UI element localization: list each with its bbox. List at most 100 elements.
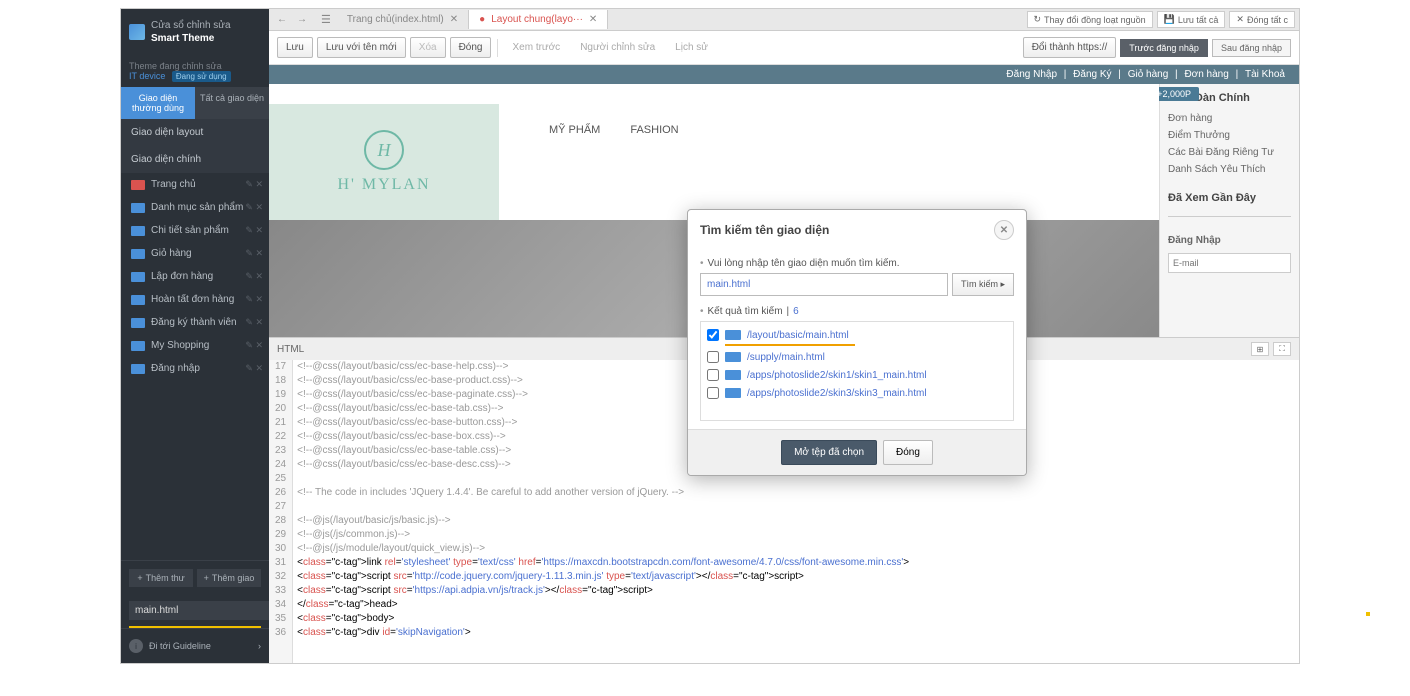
result-checkbox[interactable] xyxy=(707,387,719,399)
open-selected-button[interactable]: Mở tệp đã chọn xyxy=(781,440,877,465)
result-item[interactable]: /layout/basic/main.html xyxy=(705,326,1009,344)
chevron-right-icon: › xyxy=(258,641,261,651)
workspace: ← → ☰ Trang chủ(index.html) ✕ ● Layout c… xyxy=(269,9,1299,663)
file-badge-icon xyxy=(725,352,741,362)
sidebar-item-order[interactable]: Lập đơn hàng✎ ✕ xyxy=(121,265,269,288)
guideline-link[interactable]: i Đi tới Guideline › xyxy=(121,628,269,663)
delete-button[interactable]: Xóa xyxy=(410,37,446,58)
badge-icon xyxy=(131,272,145,282)
theme-status-badge: Đang sử dụng xyxy=(172,71,231,82)
modal-search-input[interactable] xyxy=(700,273,948,296)
save-button[interactable]: Lưu xyxy=(277,37,313,58)
section-layout: Giao diện layout xyxy=(121,119,269,146)
reload-source-button[interactable]: ↻Thay đổi đồng loạt nguồn xyxy=(1027,11,1153,28)
result-item[interactable]: /apps/photoslide2/skin1/skin1_main.html xyxy=(705,366,1009,384)
preview-right-column: Diễn Đàn Chính Đơn hàng Điểm Thưởng Các … xyxy=(1159,84,1299,337)
sidebar-search-input[interactable] xyxy=(129,601,273,620)
login-label: Đăng Nhập xyxy=(1168,232,1291,249)
badge-icon xyxy=(131,318,145,328)
reload-icon: ↻ xyxy=(1034,14,1042,25)
sidebar-item-home[interactable]: Trang chủ✎ ✕ xyxy=(121,173,269,196)
modal-close-button[interactable]: ✕ xyxy=(994,220,1014,240)
sidebar-item-register[interactable]: Đăng ký thành viên✎ ✕ xyxy=(121,311,269,334)
result-item[interactable]: /supply/main.html xyxy=(705,348,1009,366)
close-icon[interactable]: ✕ xyxy=(589,14,597,25)
history-button[interactable]: Lịch sử xyxy=(667,38,716,57)
close-icon: ✕ xyxy=(1000,225,1008,236)
list-item[interactable]: Đơn hàng xyxy=(1168,110,1291,127)
nav-back-icon[interactable]: ← xyxy=(273,14,291,25)
view-before-login[interactable]: Trước đăng nhập xyxy=(1120,39,1208,57)
fullscreen-icon[interactable]: ⛶ xyxy=(1273,342,1291,356)
section-main: Giao diện chính xyxy=(121,146,269,173)
switch-https-button[interactable]: Đổi thành https:// xyxy=(1023,37,1117,58)
app-title: Cửa sổ chỉnh sửa Smart Theme xyxy=(151,19,231,45)
sidebar-item-cart[interactable]: Giỏ hàng✎ ✕ xyxy=(121,242,269,265)
close-all-button[interactable]: ✕Đóng tất c xyxy=(1229,11,1295,28)
tab-layout[interactable]: ● Layout chung(layo··· ✕ xyxy=(469,10,608,29)
list-item[interactable]: Điểm Thưởng xyxy=(1168,127,1291,144)
badge-icon xyxy=(131,364,145,374)
preview-topnav: Đăng Nhập | Đăng Ký | Giỏ hàng | Đơn hàn… xyxy=(269,65,1299,84)
list-item[interactable]: Các Bài Đăng Riêng Tư xyxy=(1168,144,1291,161)
preview-nav: MỸ PHẨM FASHION xyxy=(549,124,679,136)
close-icon[interactable]: ✕ xyxy=(450,14,458,25)
sidebar-tab-common[interactable]: Giao diện thường dùng xyxy=(121,87,195,119)
tab-index[interactable]: Trang chủ(index.html) ✕ xyxy=(337,10,469,29)
sidebar-item-login[interactable]: Đăng nhập✎ ✕ xyxy=(121,357,269,380)
result-checkbox[interactable] xyxy=(707,329,719,341)
sidebar-tab-all[interactable]: Tất cả giao diện xyxy=(195,87,269,119)
list-icon[interactable]: ☰ xyxy=(315,13,337,26)
modal-search-button[interactable]: Tìm kiếm ▸ xyxy=(952,273,1014,296)
close-button[interactable]: Đóng xyxy=(450,37,492,58)
item-actions[interactable]: ✎ ✕ xyxy=(245,179,263,190)
sidebar-items: Trang chủ✎ ✕ Danh mục sản phẩm✎ ✕ Chi ti… xyxy=(121,173,269,380)
app-logo xyxy=(129,24,145,40)
nav-item[interactable]: FASHION xyxy=(630,124,678,136)
sidebar-item-category[interactable]: Danh mục sản phẩm✎ ✕ xyxy=(121,196,269,219)
result-checkbox[interactable] xyxy=(707,351,719,363)
nav-forward-icon[interactable]: → xyxy=(293,14,311,25)
code-label: HTML xyxy=(277,344,304,355)
toolbar: Lưu Lưu với tên mới Xóa Đóng Xem trước N… xyxy=(269,31,1299,65)
sync-button[interactable]: Người chỉnh sửa xyxy=(572,38,663,57)
preview-button[interactable]: Xem trước xyxy=(504,38,568,57)
tab-nav: ← → xyxy=(269,14,315,25)
result-item[interactable]: /apps/photoslide2/skin3/skin3_main.html xyxy=(705,384,1009,402)
badge-icon xyxy=(131,249,145,259)
save-all-button[interactable]: 💾Lưu tất cả xyxy=(1157,11,1226,28)
view-after-login[interactable]: Sau đăng nhập xyxy=(1212,39,1291,57)
result-checkbox[interactable] xyxy=(707,369,719,381)
sidebar-item-myshopping[interactable]: My Shopping✎ ✕ xyxy=(121,334,269,357)
add-folder-button[interactable]: +Thêm thư xyxy=(129,569,193,587)
sidebar-item-complete[interactable]: Hoàn tất đơn hàng✎ ✕ xyxy=(121,288,269,311)
theme-info: Theme đang chỉnh sửa IT device Đang sử d… xyxy=(121,55,269,87)
save-as-button[interactable]: Lưu với tên mới xyxy=(317,37,406,58)
highlight-underline xyxy=(725,344,855,346)
badge-icon xyxy=(131,341,145,351)
search-modal: Tìm kiếm tên giao diện ✕ Vui lòng nhập t… xyxy=(687,209,1027,476)
split-view-icon[interactable]: ⊞ xyxy=(1251,342,1269,356)
sidebar-header: Cửa sổ chỉnh sửa Smart Theme xyxy=(121,9,269,55)
badge-icon xyxy=(131,295,145,305)
info-icon: i xyxy=(129,639,143,653)
sidebar-item-detail[interactable]: Chi tiết sản phẩm✎ ✕ xyxy=(121,219,269,242)
nav-item[interactable]: MỸ PHẨM xyxy=(549,124,600,136)
list-item[interactable]: Danh Sách Yêu Thích xyxy=(1168,161,1291,178)
save-icon: 💾 xyxy=(1164,14,1175,25)
modal-prompt: Vui lòng nhập tên giao diện muốn tìm kiế… xyxy=(700,258,1014,269)
site-logo[interactable]: H H' MYLAN xyxy=(269,104,499,220)
recent-title: Đã Xem Gần Đây xyxy=(1168,192,1291,204)
add-layout-button[interactable]: +Thêm giao xyxy=(197,569,261,587)
modal-close-button-2[interactable]: Đóng xyxy=(883,440,933,465)
badge-icon xyxy=(131,180,145,190)
results-label: Kết quả tìm kiếm | 6 xyxy=(700,306,1014,317)
plus-icon: + xyxy=(204,573,209,583)
indicator-dot xyxy=(1366,612,1370,616)
email-field[interactable] xyxy=(1168,253,1291,273)
badge-icon xyxy=(131,203,145,213)
file-badge-icon xyxy=(725,370,741,380)
modal-title: Tìm kiếm tên giao diện xyxy=(700,223,829,237)
results-list: /layout/basic/main.html /supply/main.htm… xyxy=(700,321,1014,421)
sidebar: Cửa sổ chỉnh sửa Smart Theme Theme đang … xyxy=(121,9,269,663)
